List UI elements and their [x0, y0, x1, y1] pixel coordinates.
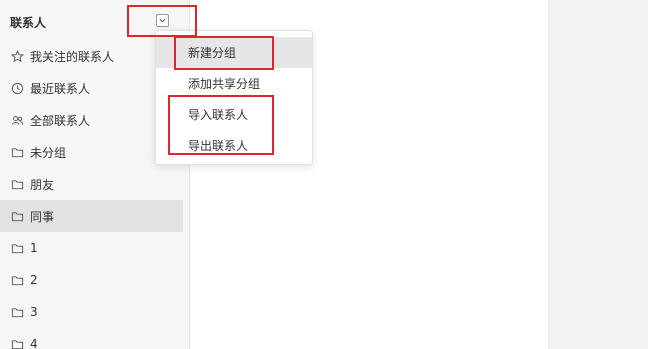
folder-icon [10, 273, 24, 287]
group-menu-toggle-button[interactable] [156, 14, 169, 27]
export-contacts-menu-item[interactable]: 导出联系人 [156, 130, 312, 161]
sidebar-item-group-1[interactable]: 1 [0, 232, 183, 264]
sidebar-item-label: 最近联系人 [30, 81, 91, 96]
chevron-down-icon [159, 18, 166, 23]
sidebar-item-label: 未分组 [30, 145, 67, 160]
sidebar-item-group-2[interactable]: 2 [0, 264, 183, 296]
clock-icon [10, 81, 24, 95]
sidebar-item-label: 4 [30, 337, 38, 349]
people-icon [10, 113, 24, 127]
sidebar-item-group-4[interactable]: 4 [0, 328, 183, 349]
folder-icon [10, 209, 24, 223]
sidebar-item-label: 全部联系人 [30, 113, 91, 128]
group-actions-dropdown: 新建分组 添加共享分组 导入联系人 导出联系人 [155, 30, 313, 165]
folder-icon [10, 305, 24, 319]
sidebar-item-label: 1 [30, 241, 38, 255]
sidebar-item-label: 朋友 [30, 177, 55, 192]
sidebar-item-colleagues[interactable]: 同事 [0, 200, 183, 232]
sidebar-title: 联系人 [10, 16, 47, 30]
sidebar-item-friends[interactable]: 朋友 [0, 168, 183, 200]
sidebar-item-group-3[interactable]: 3 [0, 296, 183, 328]
import-contacts-menu-item[interactable]: 导入联系人 [156, 99, 312, 130]
folder-icon [10, 241, 24, 255]
folder-icon [10, 145, 24, 159]
folder-icon [10, 337, 24, 349]
sidebar-item-label: 2 [30, 273, 38, 287]
folder-icon [10, 177, 24, 191]
add-shared-group-menu-item[interactable]: 添加共享分组 [156, 68, 312, 99]
new-group-menu-item[interactable]: 新建分组 [156, 37, 312, 68]
sidebar-item-label: 同事 [30, 209, 55, 224]
sidebar-item-label: 我关注的联系人 [30, 49, 115, 64]
sidebar-item-label: 3 [30, 305, 38, 319]
star-icon [10, 49, 24, 63]
right-panel [548, 0, 648, 349]
